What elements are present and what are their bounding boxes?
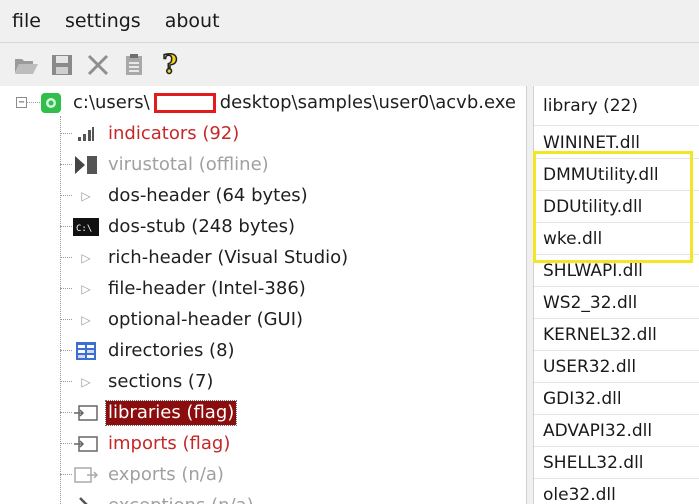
chevron-right-icon: ▷ [81,374,91,389]
library-list: library (22) WININET.dll DMMUtility.dll … [534,86,699,504]
tree-root[interactable]: c:\users\ desktop\samples\user0\acvb.exe [38,87,518,118]
svg-text:C:\: C:\ [76,224,92,234]
list-item[interactable]: ole32.dll [534,479,699,504]
menu-about[interactable]: about [153,0,232,42]
exports-icon [73,463,99,487]
list-item[interactable]: WININET.dll [534,127,699,159]
list-item[interactable]: SHELL32.dll [534,447,699,479]
tree-item-label: rich-header (Visual Studio) [108,246,349,268]
virustotal-icon [73,153,99,177]
tree-item-file-header[interactable]: ▷ file-header (Intel-386) [73,273,308,304]
root-path-suffix: desktop\samples\user0\acvb.exe [219,91,516,113]
tree-item-imports[interactable]: imports (flag) [73,428,232,459]
tree-item-exceptions[interactable]: exceptions (n/a) [73,490,256,504]
tree-item-directories[interactable]: directories (8) [73,335,237,366]
list-item[interactable]: DDUtility.dll [534,191,699,223]
chevron-right-icon: ▷ [81,281,91,296]
list-item[interactable]: DMMUtility.dll [534,159,699,191]
collapse-toggle[interactable]: − [16,97,27,108]
list-item[interactable]: USER32.dll [534,351,699,383]
tree-item-exports[interactable]: exports (n/a) [73,459,226,490]
tree-item-optional-header[interactable]: ▷ optional-header (GUI) [73,304,305,335]
list-item[interactable]: GDI32.dll [534,383,699,415]
library-column-header[interactable]: library (22) [534,86,699,126]
tree-item-label: virustotal (offline) [108,153,269,175]
imports-icon [73,432,99,456]
clipboard-button[interactable] [118,49,150,81]
tree-item-label: exceptions (n/a) [106,494,256,504]
tree-connector [60,116,61,504]
root-path-prefix: c:\users\ [73,91,150,113]
help-icon: ? [162,49,179,80]
tree-item-label: imports (flag) [108,432,231,454]
directories-icon [73,339,99,363]
console-icon: C:\ [73,215,99,239]
menu-bar: file settings about [0,0,699,42]
list-item[interactable]: SHLWAPI.dll [534,255,699,287]
tree-item-label: libraries (flag) [104,399,238,426]
tree-item-rich-header[interactable]: ▷ rich-header (Visual Studio) [73,242,350,273]
menu-file[interactable]: file [0,0,53,42]
tree-item-label: dos-header (64 bytes) [108,184,308,206]
tree-panel: − c:\users\ desktop\samples\user0\acvb.e… [0,86,526,504]
app-icon [38,91,64,115]
list-item[interactable]: ADVAPI32.dll [534,415,699,447]
list-item[interactable]: KERNEL32.dll [534,319,699,351]
clipboard-icon [126,53,142,75]
tree-item-indicators[interactable]: indicators (92) [73,118,241,149]
tree-item-label: dos-stub (248 bytes) [108,215,296,237]
menu-settings[interactable]: settings [53,0,153,42]
help-button[interactable]: ? [154,49,186,81]
tree-item-label: exports (n/a) [108,463,224,485]
save-icon [52,54,72,75]
tree-item-libraries[interactable]: libraries (flag) [73,397,238,428]
close-button[interactable] [82,49,114,81]
open-folder-icon [15,58,38,74]
list-item[interactable]: WS2_32.dll [534,287,699,319]
open-button[interactable] [10,49,42,81]
close-icon [87,54,109,75]
tree-item-label: indicators (92) [108,122,240,144]
bar-chart-icon [73,122,99,146]
chevron-right-icon: ▷ [81,250,91,265]
panel-splitter[interactable] [526,86,534,504]
redaction-box [153,92,216,113]
toolbar: ? [0,42,699,86]
exceptions-icon [73,494,99,504]
tree-item-dos-header[interactable]: ▷ dos-header (64 bytes) [73,180,310,211]
tree-item-label: file-header (Intel-386) [108,277,306,299]
tree-item-label: optional-header (GUI) [108,308,304,330]
tree-item-virustotal[interactable]: virustotal (offline) [73,149,271,180]
tree-item-label: directories (8) [108,339,235,361]
tree-item-dos-stub[interactable]: C:\ dos-stub (248 bytes) [73,211,297,242]
chevron-right-icon: ▷ [81,188,91,203]
chevron-right-icon: ▷ [81,312,91,327]
tree-item-sections[interactable]: ▷ sections (7) [73,366,215,397]
list-item[interactable]: wke.dll [534,223,699,255]
library-icon [73,401,99,425]
save-button[interactable] [46,49,78,81]
tree-item-label: sections (7) [108,370,214,392]
